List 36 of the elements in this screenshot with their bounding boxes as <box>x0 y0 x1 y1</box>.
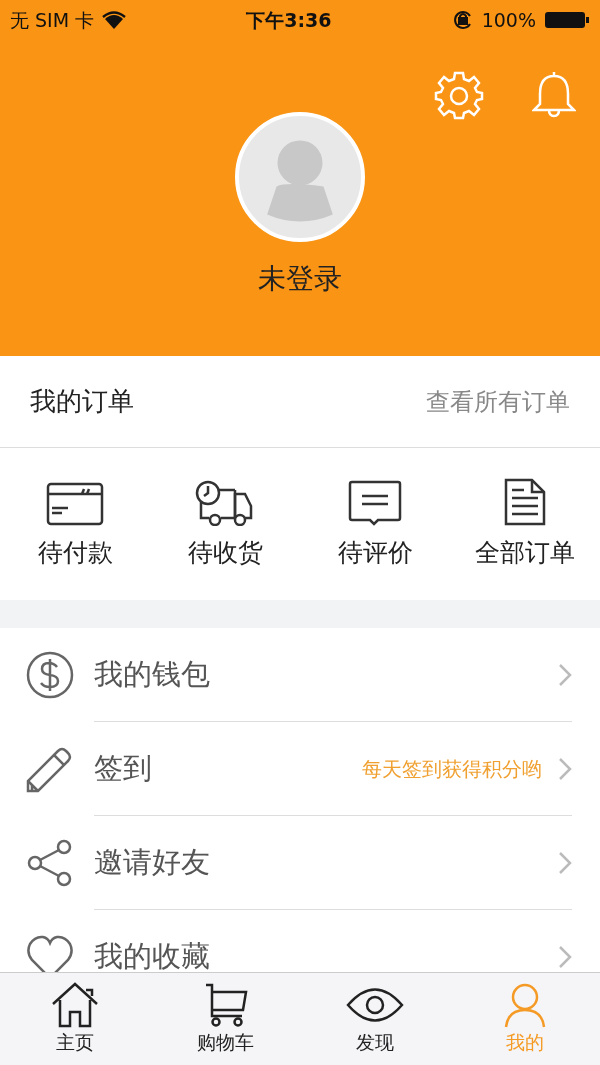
truck-clock-icon <box>195 480 255 527</box>
order-status-item[interactable]: 待付款 <box>37 534 113 572</box>
order-status-item[interactable]: 待评价 <box>337 534 413 572</box>
menu-item-label[interactable]: 邀请好友 <box>94 840 558 885</box>
share-icon <box>26 839 74 887</box>
chevron-right-icon <box>558 944 572 969</box>
menu-item-label[interactable]: 我的钱包 <box>94 652 558 697</box>
chevron-right-icon <box>558 850 572 875</box>
tab-label[interactable]: 发现 <box>356 1027 394 1057</box>
notification-bell-icon[interactable] <box>532 70 576 120</box>
chevron-right-icon <box>558 662 572 687</box>
tab-label[interactable]: 主页 <box>56 1027 94 1057</box>
section-title: 我的订单 <box>30 385 134 418</box>
heart-icon <box>26 934 74 972</box>
chevron-right-icon <box>558 756 572 781</box>
menu-item-label[interactable]: 我的收藏 <box>94 934 558 972</box>
order-status-item[interactable]: 待收货 <box>187 534 263 572</box>
battery-percent: 100% <box>481 7 536 33</box>
home-icon <box>50 981 100 1028</box>
dollar-icon <box>26 651 74 699</box>
credit-card-icon <box>46 482 104 527</box>
menu-item-hint: 每天签到获得积分哟 <box>362 755 542 783</box>
status-time: 下午3:36 <box>246 7 332 33</box>
rotation-lock-icon <box>451 9 474 31</box>
comment-icon <box>348 480 402 527</box>
battery-icon <box>544 10 590 30</box>
menu-item-label[interactable]: 签到 <box>94 746 362 791</box>
view-all-orders-link[interactable]: 查看所有订单 <box>426 383 570 420</box>
tab-label[interactable]: 购物车 <box>196 1027 254 1057</box>
carrier-label: 无 SIM 卡 <box>10 7 95 33</box>
login-status-label[interactable]: 未登录 <box>258 258 342 300</box>
settings-icon[interactable] <box>434 70 484 120</box>
wifi-icon <box>102 11 127 29</box>
document-icon <box>504 478 546 527</box>
pencil-icon <box>26 745 74 793</box>
order-status-item[interactable]: 全部订单 <box>475 534 575 572</box>
